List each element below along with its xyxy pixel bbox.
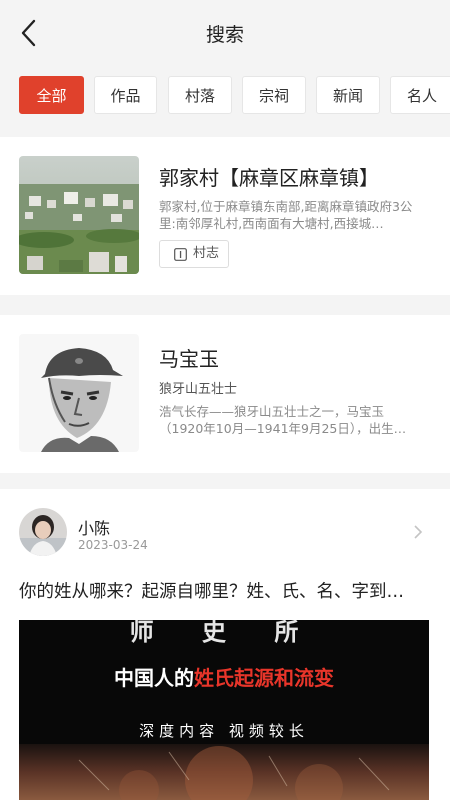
tab-all[interactable]: 全部 [19, 76, 84, 114]
post-card[interactable]: 小陈 2023-03-24 你的姓从哪来？起源自哪里？姓、氏、名、字到… 师 史… [0, 489, 450, 800]
video-thumbnail[interactable]: 师 史 所 中国人的姓氏起源和流变 深度内容 视频较长 [19, 620, 429, 800]
village-result-card[interactable]: 郭家村【麻章区麻章镇】 郭家村,位于麻章镇东南部,距离麻章镇政府3公里:南邻厚礼… [0, 137, 450, 295]
tab-celebrities[interactable]: 名人 [390, 76, 450, 114]
village-record-label: 村志 [193, 246, 220, 261]
video-title-top: 师 史 所 [129, 620, 319, 646]
video-title-highlight: 姓氏起源和流变 [194, 666, 334, 690]
post-title[interactable]: 你的姓从哪来？起源自哪里？姓、氏、名、字到… [19, 578, 439, 603]
video-title-prefix: 中国人的 [114, 666, 194, 690]
person-subtitle: 狼牙山五壮士 [159, 382, 238, 397]
info-icon [174, 248, 187, 261]
author-avatar[interactable] [19, 508, 67, 556]
video-title-main: 中国人的姓氏起源和流变 [19, 662, 429, 691]
village-record-tag[interactable]: 村志 [159, 240, 229, 268]
tab-villages[interactable]: 村落 [168, 76, 232, 114]
person-description: 浩气长存——狼牙山五壮士之一，马宝玉（1920年10月—1941年9月25日），… [159, 404, 407, 436]
video-subtitle: 深度内容 视频较长 [139, 722, 309, 740]
chevron-right-icon[interactable] [410, 523, 426, 541]
tab-news[interactable]: 新闻 [316, 76, 380, 114]
person-name: 马宝玉 [159, 347, 219, 371]
top-bar: 搜索 [0, 0, 450, 64]
tab-ancestral-halls[interactable]: 宗祠 [242, 76, 306, 114]
village-thumbnail [19, 156, 139, 274]
video-background [19, 744, 429, 800]
person-portrait [19, 334, 139, 452]
author-name[interactable]: 小陈 [78, 515, 110, 539]
filter-tabs: 全部 作品 村落 宗祠 新闻 名人 [0, 76, 450, 116]
tab-works[interactable]: 作品 [94, 76, 157, 114]
village-description: 郭家村,位于麻章镇东南部,距离麻章镇政府3公里:南邻厚礼村,西南面有大塘村,西接… [159, 199, 413, 231]
post-date: 2023-03-24 [78, 538, 148, 552]
village-title: 郭家村【麻章区麻章镇】 [159, 166, 379, 190]
person-result-card[interactable]: 马宝玉 狼牙山五壮士 浩气长存——狼牙山五壮士之一，马宝玉（1920年10月—1… [0, 315, 450, 473]
page-title: 搜索 [205, 24, 244, 46]
